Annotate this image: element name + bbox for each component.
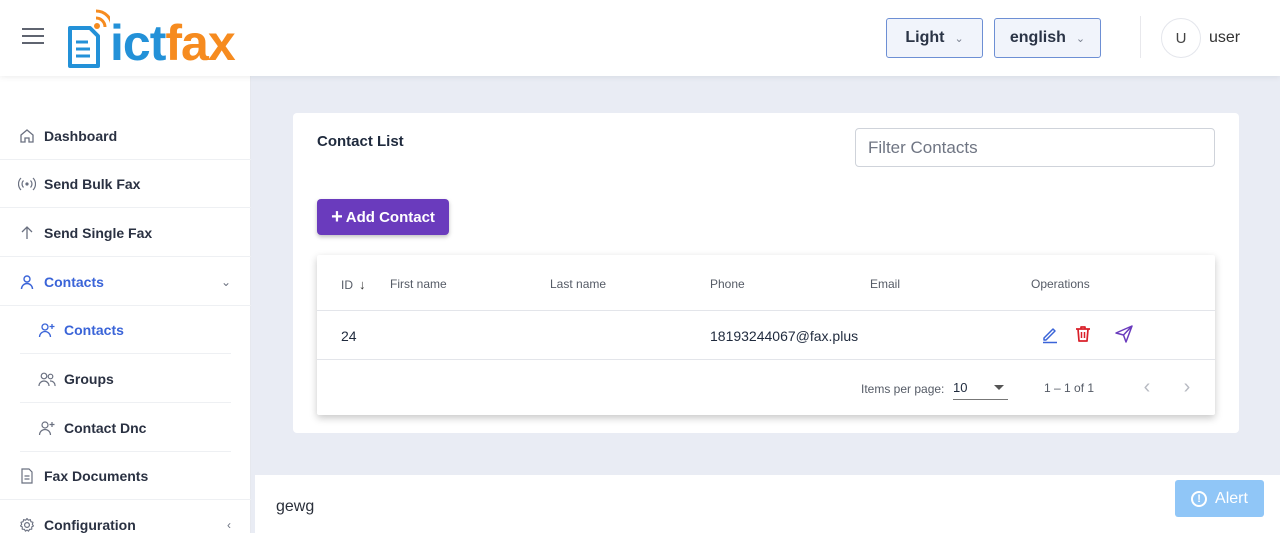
items-per-page-value: 10 — [953, 380, 968, 395]
fax-logo-icon — [68, 9, 110, 68]
contacts-table: ID ↓ First name Last name Phone Email Ope… — [317, 255, 1215, 415]
language-select[interactable]: english ⌄ — [994, 18, 1101, 58]
footer-text: gewg — [276, 498, 315, 515]
ictfax-logo[interactable]: ict fax — [66, 6, 236, 71]
chevron-down-icon: ⌄ — [1075, 32, 1086, 45]
sidebar-item-label: Contact Dnc — [64, 419, 147, 436]
gear-icon — [18, 516, 36, 533]
alert-label: Alert — [1215, 489, 1248, 507]
next-page-button[interactable]: › — [1174, 374, 1200, 400]
user-add-icon — [38, 419, 56, 437]
logo-text-fax: fax — [165, 15, 235, 71]
menu-toggle-icon[interactable] — [22, 28, 46, 46]
column-header-id-label: ID — [341, 278, 353, 292]
alert-icon: ! — [1191, 490, 1208, 507]
paginator: Items per page: 10 1 – 1 of 1 ‹ › — [317, 360, 1215, 415]
footer: gewg ! Alert — [255, 475, 1280, 533]
contact-list-card: Contact List + Add Contact ID ↓ First nam… — [293, 113, 1239, 433]
top-header: ict fax Light ⌄ english ⌄ U user — [0, 0, 1280, 76]
sidebar-subitem-groups[interactable]: Groups — [20, 355, 231, 403]
sidebar-item-label: Groups — [64, 370, 114, 387]
home-icon — [18, 127, 36, 145]
sidebar-item-configuration[interactable]: Configuration ‹ — [0, 501, 251, 533]
arrow-up-icon — [18, 224, 36, 242]
chevron-left-icon: ‹ — [227, 518, 231, 532]
broadcast-icon — [18, 175, 36, 193]
dropdown-arrow-icon — [994, 385, 1004, 390]
sidebar-item-send-bulk-fax[interactable]: Send Bulk Fax — [0, 160, 251, 208]
send-fax-icon[interactable] — [1114, 324, 1134, 344]
delete-icon[interactable] — [1073, 324, 1093, 344]
column-header-id[interactable]: ID ↓ — [341, 277, 366, 292]
user-add-icon — [38, 321, 56, 339]
sidebar-item-label: Configuration — [44, 517, 136, 533]
page-range-label: 1 – 1 of 1 — [1044, 381, 1095, 395]
document-icon — [18, 467, 36, 485]
sidebar-item-dashboard[interactable]: Dashboard — [0, 112, 251, 160]
column-header-first-name: First name — [390, 277, 447, 291]
add-contact-button[interactable]: + Add Contact — [317, 199, 449, 235]
header-divider — [1140, 16, 1141, 58]
column-header-operations: Operations — [1031, 277, 1090, 291]
sidebar-item-label: Contacts — [44, 273, 104, 290]
sidebar-item-label: Fax Documents — [44, 467, 149, 484]
theme-select[interactable]: Light ⌄ — [886, 18, 983, 58]
cell-phone: 18193244067@fax.plus — [710, 328, 859, 344]
sidebar-item-label: Dashboard — [44, 127, 118, 144]
sidebar-item-send-single-fax[interactable]: Send Single Fax — [0, 209, 251, 257]
table-row: 24 18193244067@fax.plus — [317, 311, 1215, 360]
username[interactable]: user — [1209, 29, 1240, 47]
edit-icon[interactable] — [1040, 324, 1060, 344]
sidebar-item-label: Contacts — [64, 321, 124, 338]
filter-contacts-input[interactable] — [855, 128, 1215, 167]
items-per-page-select[interactable]: 10 — [953, 376, 1008, 400]
column-header-last-name: Last name — [550, 277, 607, 291]
user-icon — [18, 273, 36, 291]
sort-arrow-down-icon: ↓ — [359, 277, 366, 292]
alert-button[interactable]: ! Alert — [1175, 480, 1264, 517]
sidebar-item-fax-documents[interactable]: Fax Documents — [0, 452, 251, 500]
column-header-email: Email — [870, 277, 901, 291]
page-title: Contact List — [317, 133, 404, 150]
language-select-label: english — [1009, 29, 1066, 46]
add-contact-label: Add Contact — [345, 208, 435, 226]
table-header-row: ID ↓ First name Last name Phone Email Ope… — [317, 255, 1215, 311]
theme-select-label: Light — [905, 29, 945, 46]
chevron-down-icon: ⌄ — [220, 274, 231, 289]
column-header-phone: Phone — [710, 277, 745, 291]
sidebar-item-label: Send Bulk Fax — [44, 175, 141, 192]
sidebar-item-contacts[interactable]: Contacts ⌄ — [0, 258, 251, 306]
cell-id: 24 — [341, 328, 357, 344]
chevron-down-icon: ⌄ — [954, 32, 964, 45]
sidebar-subitem-contacts[interactable]: Contacts — [20, 306, 231, 354]
sidebar-item-label: Send Single Fax — [44, 224, 153, 241]
plus-icon: + — [331, 206, 343, 228]
items-per-page-label: Items per page: — [861, 382, 945, 396]
sidebar: Dashboard Send Bulk Fax Send Single Fax … — [0, 76, 251, 533]
previous-page-button[interactable]: ‹ — [1134, 374, 1160, 400]
avatar[interactable]: U — [1161, 18, 1201, 58]
logo-text-ict: ict — [110, 15, 166, 71]
users-icon — [38, 370, 56, 388]
sidebar-subitem-contact-dnc[interactable]: Contact Dnc — [20, 404, 231, 452]
